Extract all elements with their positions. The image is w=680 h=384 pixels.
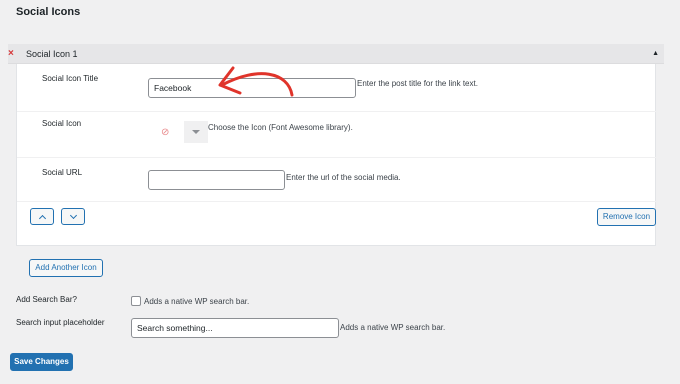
remove-icon-button[interactable]: Remove Icon	[597, 208, 656, 226]
annotation-arrow	[218, 66, 294, 97]
add-another-icon-button[interactable]: Add Another Icon	[29, 259, 103, 277]
add-search-bar-description: Adds a native WP search bar.	[144, 297, 250, 306]
social-icon-title-label: Social Icon Title	[42, 74, 99, 83]
social-url-input[interactable]	[148, 170, 285, 190]
no-icon-icon: ⊘	[161, 127, 170, 138]
row-divider	[17, 201, 657, 202]
chevron-down-icon	[69, 211, 77, 219]
add-search-bar-checkbox[interactable]	[131, 296, 141, 306]
chevron-up-icon	[38, 214, 46, 222]
page-title: Social Icons	[16, 6, 81, 18]
social-icon-panel-header[interactable]: × Social Icon 1 ▲	[8, 44, 664, 64]
remove-icon[interactable]: ×	[8, 48, 14, 60]
collapse-caret-icon[interactable]: ▲	[652, 49, 659, 59]
icon-picker-select[interactable]	[184, 121, 208, 143]
move-down-button[interactable]	[61, 208, 85, 225]
social-url-label: Social URL	[42, 168, 83, 177]
save-changes-button[interactable]: Save Changes	[10, 353, 73, 371]
social-url-description: Enter the url of the social media.	[286, 173, 401, 182]
social-icon-title-description: Enter the post title for the link text.	[357, 79, 478, 88]
social-icon-label: Social Icon	[42, 119, 82, 128]
social-icon-description: Choose the Icon (Font Awesome library).	[208, 123, 353, 132]
search-placeholder-description: Adds a native WP search bar.	[340, 323, 446, 332]
search-placeholder-input[interactable]	[131, 318, 339, 338]
panel-title: Social Icon 1	[26, 49, 78, 59]
row-divider	[17, 157, 657, 158]
search-placeholder-label: Search input placeholder	[16, 318, 105, 327]
move-up-button[interactable]	[30, 208, 54, 225]
add-search-bar-label: Add Search Bar?	[16, 295, 77, 304]
row-divider	[17, 111, 657, 112]
chevron-down-icon	[192, 130, 200, 134]
